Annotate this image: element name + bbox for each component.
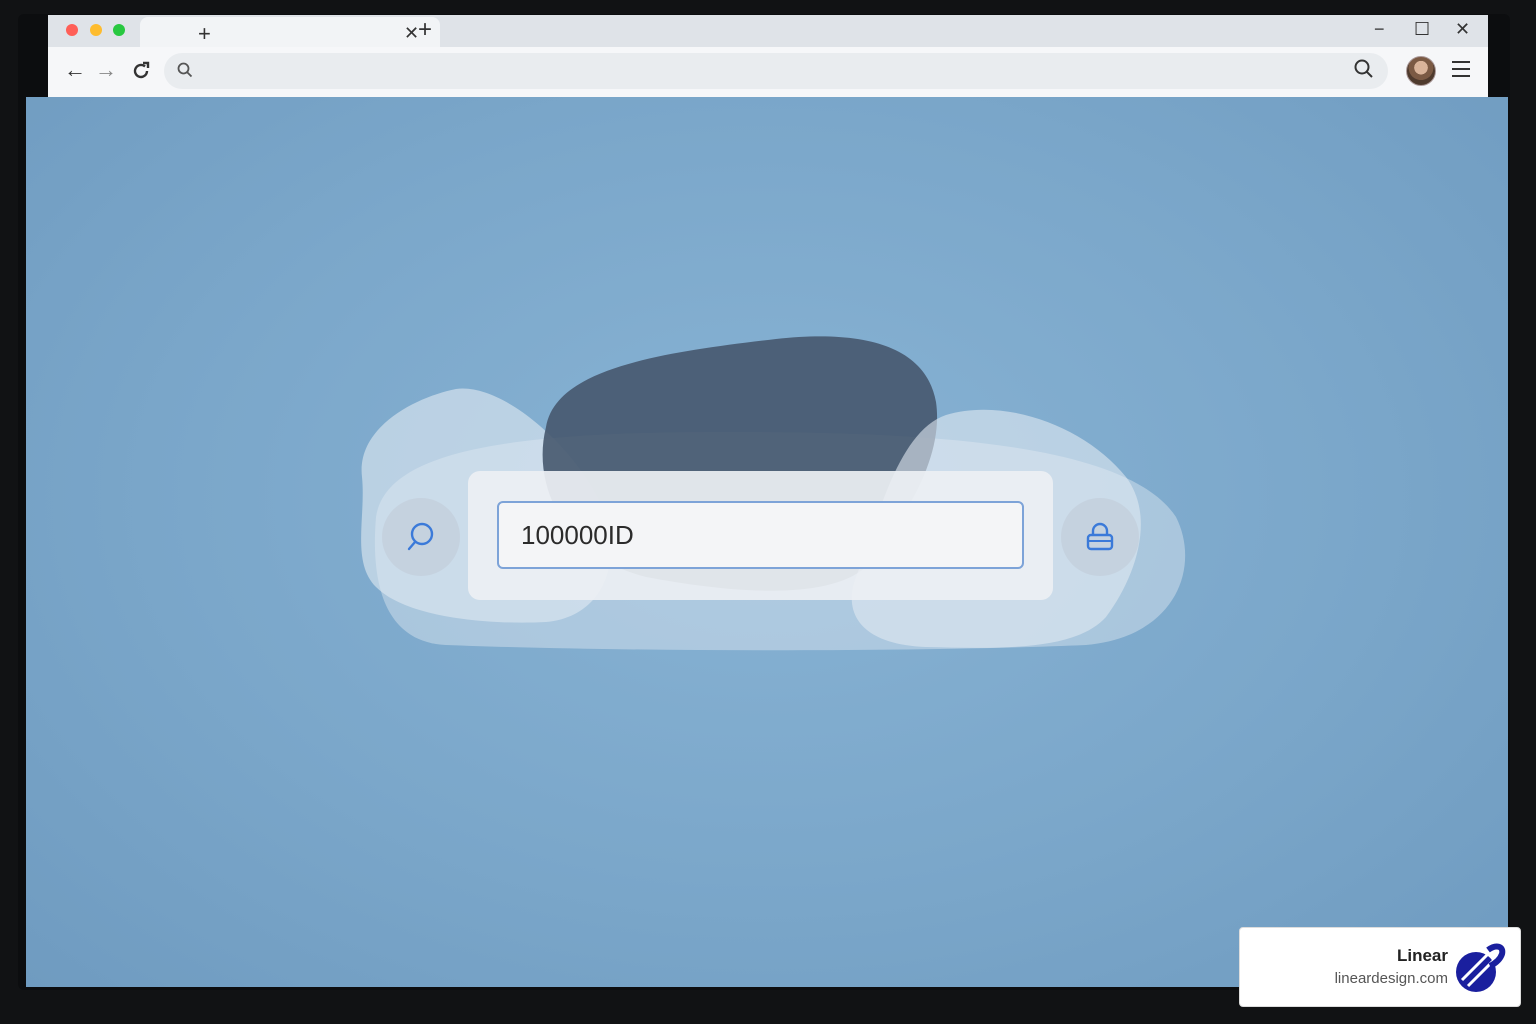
reload-icon[interactable] bbox=[130, 60, 152, 82]
lock-icon bbox=[1086, 522, 1114, 551]
linear-logo-icon bbox=[1456, 943, 1506, 992]
tab-close-icon[interactable]: ✕ bbox=[404, 23, 419, 44]
watermark-url: lineardesign.com bbox=[1334, 970, 1448, 987]
tab-bar: + ✕ + − ☐ ✕ bbox=[48, 15, 1488, 47]
browser-tab[interactable]: + ✕ bbox=[140, 17, 440, 47]
address-bar[interactable] bbox=[164, 53, 1388, 89]
minimize-icon[interactable]: − bbox=[1374, 19, 1385, 40]
search-button[interactable] bbox=[382, 498, 460, 576]
tab-new-icon[interactable]: + bbox=[198, 21, 211, 47]
minimize-window-dot[interactable] bbox=[90, 24, 102, 36]
search-icon bbox=[177, 62, 193, 78]
browser-toolbar: ← → bbox=[48, 47, 1488, 97]
page-canvas bbox=[26, 97, 1508, 987]
back-icon[interactable]: ← bbox=[64, 57, 86, 83]
watermark-badge: Linear lineardesign.com bbox=[1239, 927, 1521, 1007]
new-tab-icon[interactable]: + bbox=[418, 16, 432, 44]
id-input[interactable] bbox=[497, 501, 1024, 569]
close-window-dot[interactable] bbox=[66, 24, 78, 36]
menu-icon[interactable] bbox=[1450, 59, 1472, 79]
zoom-window-dot[interactable] bbox=[113, 24, 125, 36]
browser-chrome: + ✕ + − ☐ ✕ ← → bbox=[48, 15, 1488, 98]
search-icon bbox=[407, 522, 434, 551]
forward-icon[interactable]: → bbox=[95, 57, 117, 83]
id-input-card bbox=[468, 471, 1053, 600]
search-icon[interactable] bbox=[1353, 58, 1375, 80]
profile-avatar[interactable] bbox=[1406, 56, 1436, 86]
close-icon[interactable]: ✕ bbox=[1455, 19, 1470, 40]
lock-button[interactable] bbox=[1061, 498, 1139, 576]
maximize-icon[interactable]: ☐ bbox=[1414, 19, 1430, 40]
watermark-name: Linear bbox=[1396, 946, 1448, 965]
